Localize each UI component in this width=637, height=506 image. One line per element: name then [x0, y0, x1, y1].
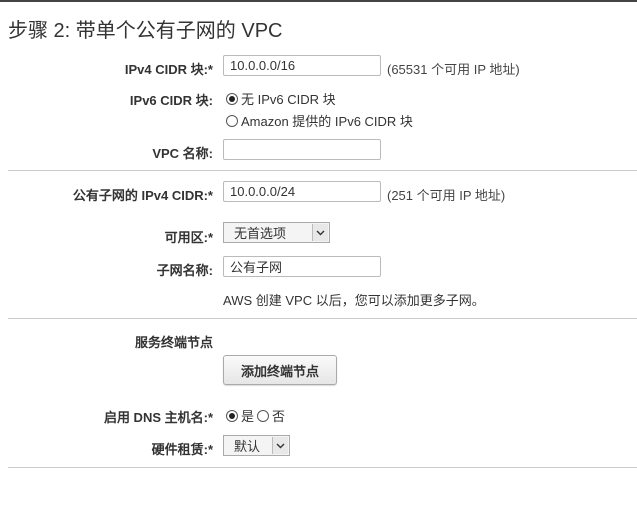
ipv4-cidr-hint: (65531 个可用 IP 地址)	[387, 62, 520, 77]
availability-zone-label: 可用区:*	[164, 230, 213, 245]
section-divider	[8, 467, 637, 468]
public-subnet-cidr-hint: (251 个可用 IP 地址)	[387, 188, 506, 203]
section-divider	[8, 170, 637, 171]
hardware-tenancy-value: 默认	[234, 439, 261, 454]
ipv6-option-amazon[interactable]: Amazon 提供的 IPv6 CIDR 块	[226, 111, 413, 130]
service-endpoints-label: 服务终端节点	[134, 335, 213, 350]
public-subnet-cidr-input[interactable]	[223, 181, 381, 202]
dns-option-no-label[interactable]: 否	[272, 406, 285, 425]
subnet-name-input[interactable]	[223, 256, 381, 277]
dns-hostnames-label: 启用 DNS 主机名:*	[103, 410, 213, 425]
ipv6-option-none[interactable]: 无 IPv6 CIDR 块	[226, 89, 336, 108]
top-border	[0, 0, 637, 2]
radio-unselected-icon[interactable]	[226, 114, 238, 127]
public-subnet-cidr-label: 公有子网的 IPv4 CIDR:*	[72, 188, 213, 203]
section-divider	[8, 318, 637, 319]
chevron-down-icon[interactable]	[312, 224, 328, 241]
radio-selected-icon[interactable]	[226, 92, 238, 105]
radio-unselected-icon[interactable]	[257, 409, 270, 422]
dns-option-yes-label[interactable]: 是	[241, 406, 254, 425]
ipv4-cidr-label: IPv4 CIDR 块:*	[124, 62, 213, 77]
ipv6-cidr-label: IPv6 CIDR 块:	[129, 93, 213, 108]
ipv4-cidr-input[interactable]	[223, 55, 381, 76]
subnet-note: AWS 创建 VPC 以后，您可以添加更多子网。	[223, 293, 485, 308]
hardware-tenancy-label: 硬件租赁:*	[151, 442, 213, 457]
availability-zone-value: 无首选项	[234, 226, 287, 241]
ipv6-option-none-label: 无 IPv6 CIDR 块	[241, 92, 336, 107]
hardware-tenancy-select[interactable]: 默认	[223, 435, 290, 456]
availability-zone-select[interactable]: 无首选项	[223, 222, 330, 243]
radio-selected-icon[interactable]	[226, 409, 238, 422]
page-title: 步骤 2: 带单个公有子网的 VPC	[8, 20, 283, 42]
vpc-name-label: VPC 名称:	[152, 146, 213, 161]
vpc-name-input[interactable]	[223, 139, 381, 160]
ipv6-option-amazon-label: Amazon 提供的 IPv6 CIDR 块	[241, 114, 413, 129]
subnet-name-label: 子网名称:	[156, 263, 213, 278]
dns-hostnames-options: 是 否	[226, 406, 285, 425]
chevron-down-icon[interactable]	[272, 437, 288, 454]
add-endpoint-button[interactable]: 添加终端节点	[223, 355, 337, 385]
